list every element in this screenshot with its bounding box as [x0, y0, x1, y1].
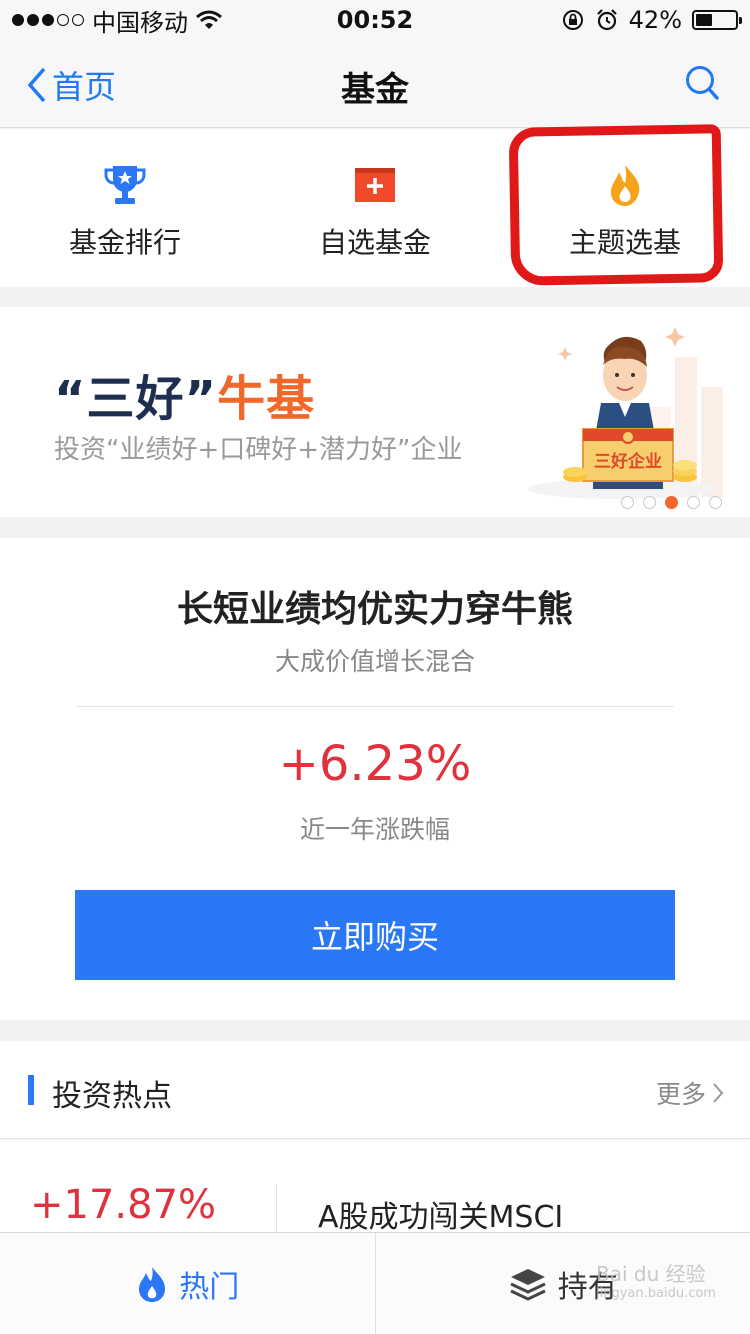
signal-strength-icon [12, 14, 84, 26]
layers-icon [510, 1268, 546, 1301]
flame-icon [139, 1266, 166, 1302]
tab-holdings[interactable]: 持有 [374, 1233, 750, 1334]
status-left: 中国移动 [12, 3, 222, 38]
quick-entry-theme-funds[interactable]: 主题选基 [500, 129, 750, 287]
hot-list-item[interactable]: +17.87% A股成功闯关MSCI [0, 1140, 750, 1240]
quick-entries: 基金排行 自选基金 主题选基 [0, 129, 750, 287]
banner-subtitle: 投资“业绩好+口碑好+潜力好”企业 [54, 435, 463, 465]
carousel-dot[interactable] [665, 496, 678, 509]
fund-return-rate: +6.23% [278, 736, 472, 792]
carrier-label: 中国移动 [92, 8, 188, 37]
status-bar: 中国移动 00:52 42% [0, 0, 750, 40]
banner-title-accent: 牛基 [217, 371, 316, 427]
trophy-icon [101, 161, 149, 209]
quick-entry-label: 主题选基 [568, 226, 681, 259]
carousel-dot[interactable] [621, 496, 634, 509]
flame-icon [601, 161, 649, 209]
banner-title: “三好”牛基 [54, 359, 315, 429]
quick-entry-fund-ranking[interactable]: 基金排行 [0, 129, 250, 287]
featured-fund-card: 长短业绩均优实力穿牛熊 大成价值增长混合 +6.23% 近一年涨跌幅 立即购买 [0, 538, 750, 1020]
promo-banner[interactable]: “三好”牛基 投资“业绩好+口碑好+潜力好”企业 三好企业 [0, 307, 750, 517]
plus-box-icon [351, 161, 399, 209]
hot-item-rate: +17.87% [30, 1182, 217, 1228]
chevron-right-icon [713, 1083, 724, 1103]
quick-entry-label: 基金排行 [68, 226, 181, 259]
bottom-tab-bar: 热门 持有 [0, 1232, 750, 1334]
more-link[interactable]: 更多 [656, 1075, 724, 1111]
alarm-icon [596, 9, 617, 31]
battery-percent: 42% [628, 6, 682, 34]
more-label: 更多 [655, 1080, 706, 1109]
carousel-indicator[interactable] [621, 496, 722, 509]
battery-fill [696, 14, 712, 26]
back-label: 首页 [52, 68, 117, 106]
banner-illustration: 三好企业 [528, 327, 723, 499]
status-right: 42% [561, 6, 742, 34]
tab-hot[interactable]: 热门 [0, 1233, 375, 1334]
hot-section-header: 投资热点 更多 [0, 1041, 750, 1139]
buy-now-button[interactable]: 立即购买 [75, 890, 675, 980]
quick-entry-label: 自选基金 [318, 226, 431, 259]
section-accent-bar [28, 1075, 34, 1105]
search-button[interactable] [684, 64, 720, 106]
section-title: 投资热点 [52, 1079, 172, 1114]
orientation-lock-icon [562, 10, 583, 30]
carousel-dot[interactable] [643, 496, 656, 509]
divider [76, 706, 674, 707]
tab-label: 热门 [179, 1269, 240, 1305]
battery-icon [692, 10, 742, 30]
hot-item-name: A股成功闯关MSCI [318, 1200, 564, 1235]
wifi-icon [196, 10, 222, 29]
carousel-dot[interactable] [687, 496, 700, 509]
quick-entry-favorite-funds[interactable]: 自选基金 [250, 129, 500, 287]
carousel-dot[interactable] [709, 496, 722, 509]
fund-return-label: 近一年涨跌幅 [299, 815, 450, 844]
fund-slogan: 长短业绩均优实力穿牛熊 [176, 589, 573, 630]
search-icon [686, 66, 719, 100]
tab-label: 持有 [557, 1269, 618, 1305]
fund-name[interactable]: 大成价值增长混合 [0, 642, 750, 678]
back-button[interactable]: 首页 [26, 62, 116, 108]
chevron-left-icon [27, 67, 46, 103]
nav-bar: 首页 基金 [0, 40, 750, 128]
banner-title-main: “三好” [54, 371, 218, 427]
certificate-text: 三好企业 [594, 451, 662, 471]
